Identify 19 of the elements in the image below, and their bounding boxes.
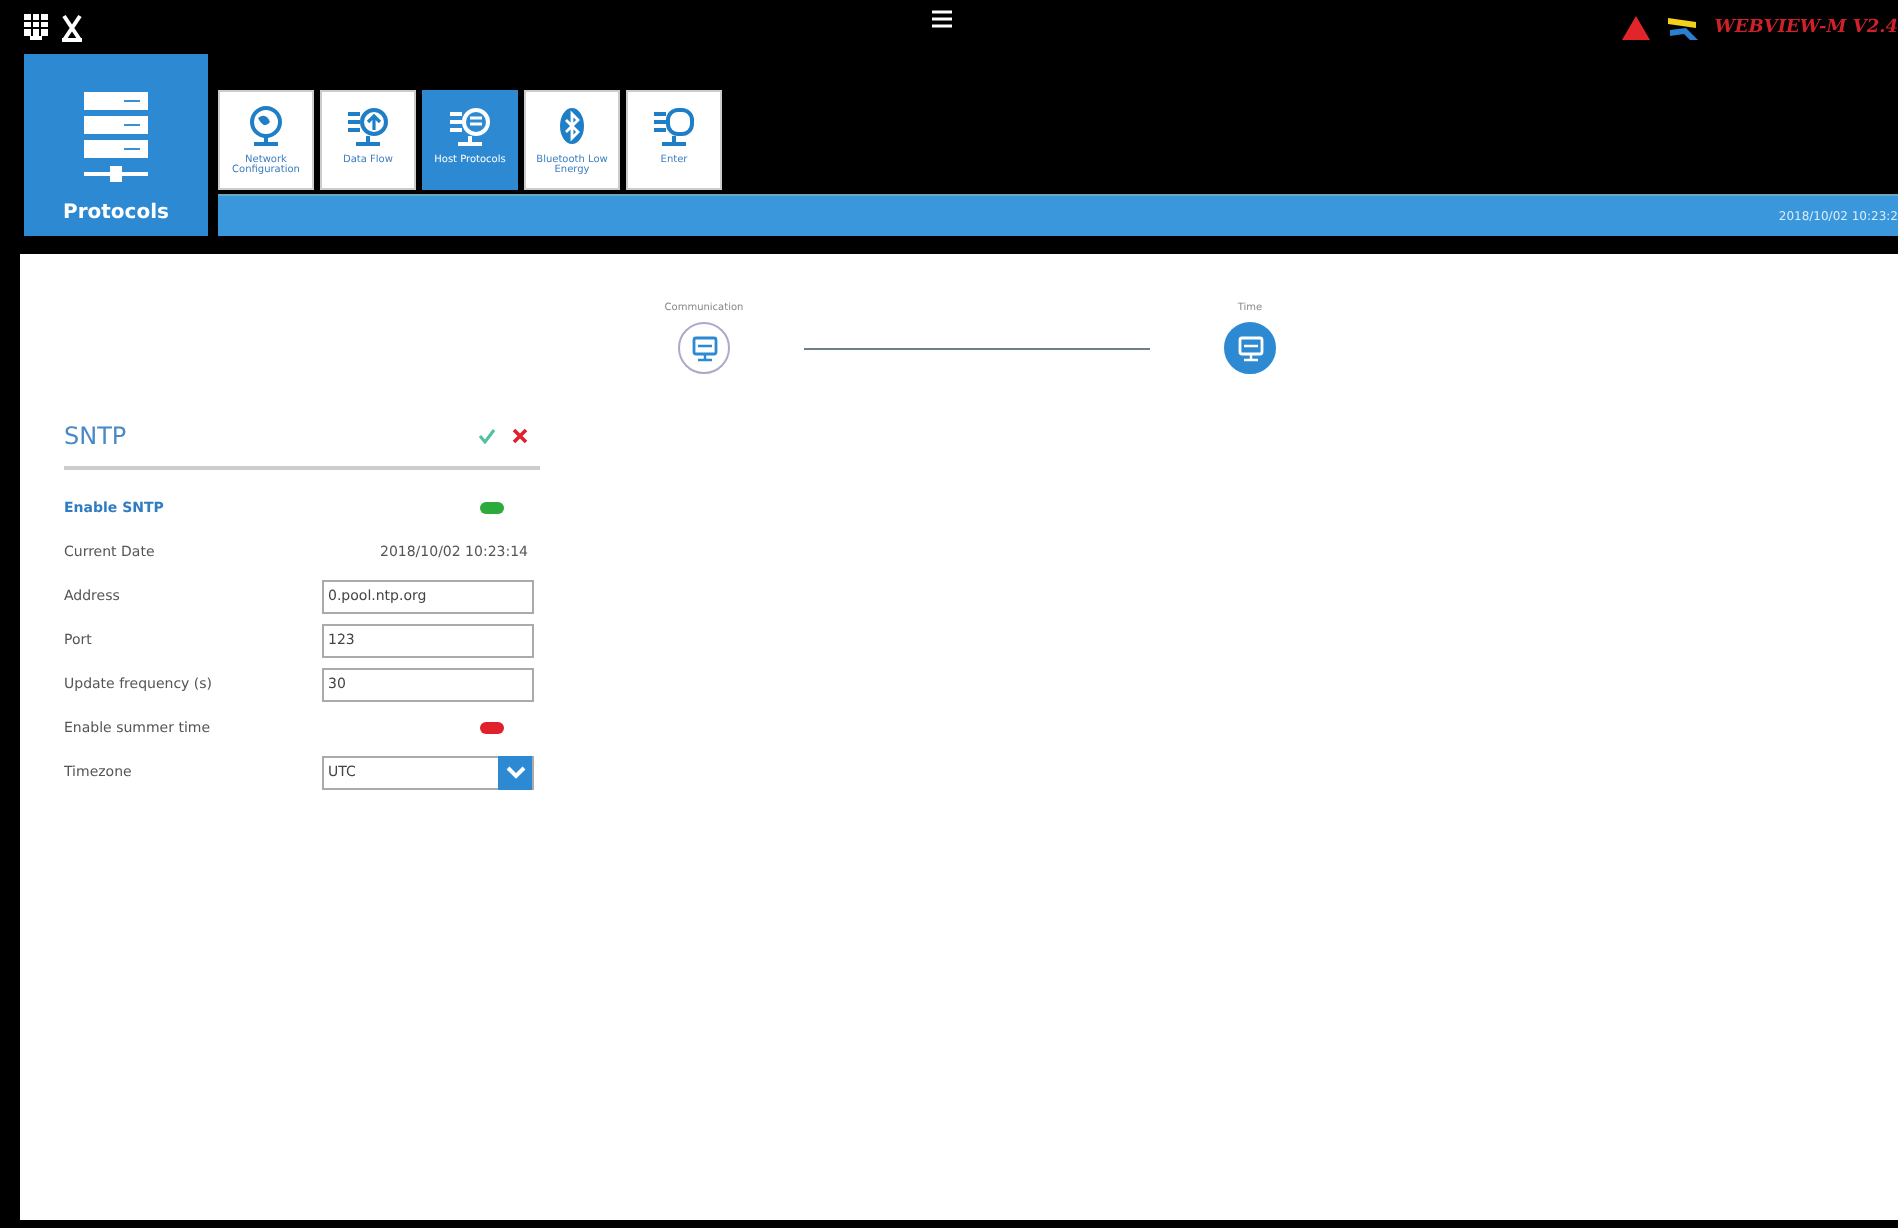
chevron-down-icon — [505, 765, 525, 779]
tools-icon[interactable] — [60, 13, 84, 41]
monitor-database-icon — [446, 102, 494, 150]
menu-icon[interactable] — [932, 10, 952, 28]
app-title: WEBVIEW-M V2.4 — [1714, 18, 1898, 38]
grid-icon[interactable] — [24, 14, 48, 40]
warning-icon[interactable] — [1622, 16, 1651, 40]
panel-title: SNTP — [64, 422, 127, 450]
step-button[interactable] — [678, 322, 730, 374]
monitor-icon — [650, 102, 698, 150]
protocols-tile[interactable]: Protocols — [24, 54, 208, 236]
toggle-switch[interactable] — [480, 722, 504, 734]
step-button[interactable] — [1224, 322, 1276, 374]
monitor-icon — [691, 335, 717, 361]
toggle-switch[interactable] — [480, 502, 504, 514]
close-icon[interactable] — [512, 428, 528, 444]
check-icon[interactable] — [478, 428, 496, 444]
logo-icon — [1666, 16, 1699, 40]
monitor-upload-icon — [344, 102, 392, 150]
